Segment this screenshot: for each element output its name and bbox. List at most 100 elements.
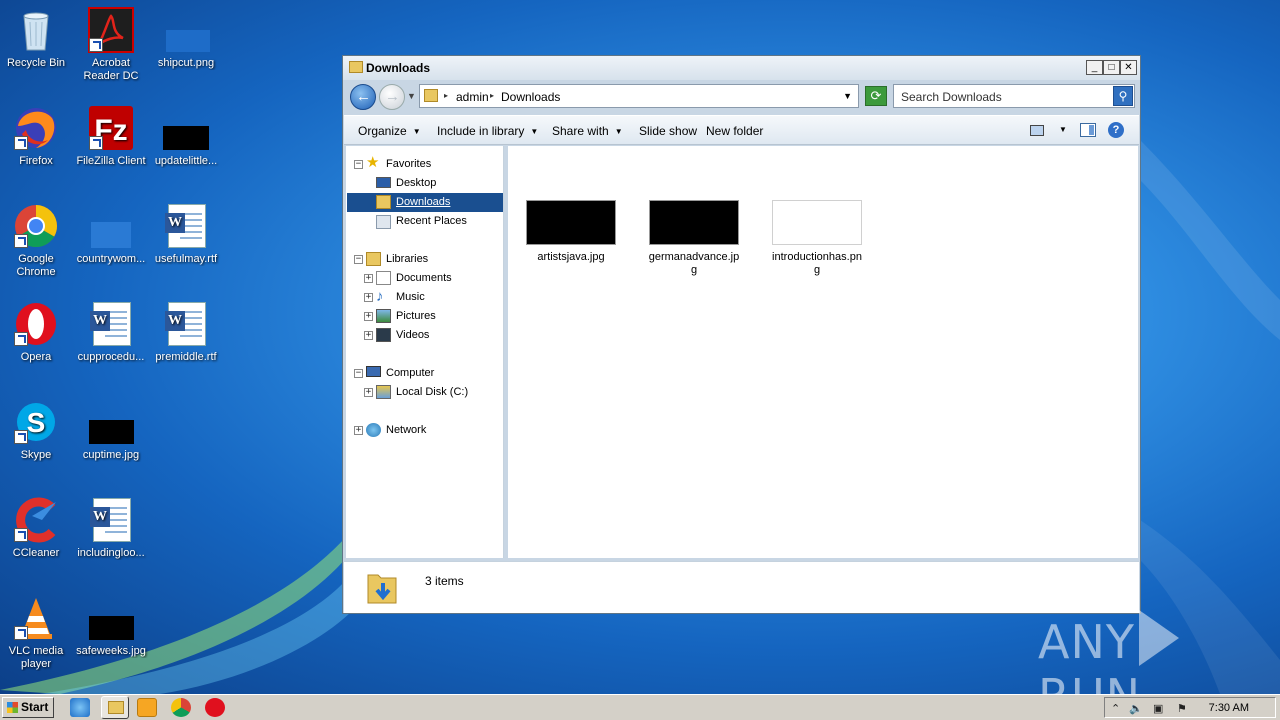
desktop-icon-updatelittle[interactable]: updatelittle... — [147, 104, 225, 168]
nav-item-favorites[interactable]: Favorites — [386, 155, 431, 173]
shortcut-arrow-icon — [14, 136, 28, 150]
word-document-icon: W — [87, 300, 135, 348]
desktop-icon-label: CCleaner — [12, 547, 60, 559]
network-tray-icon[interactable]: ▣ — [1153, 702, 1163, 715]
breadcrumb-root-arrow-icon[interactable]: ▸ — [444, 91, 448, 100]
desktop-icon-label: Google Chrome — [16, 253, 56, 278]
desktop-icon-recycle-bin[interactable]: Recycle Bin — [0, 6, 75, 70]
search-icon[interactable]: ⚲ — [1113, 86, 1133, 106]
new-folder-button[interactable]: New folder — [706, 124, 763, 138]
nav-item-local-disk[interactable]: Local Disk (C:) — [396, 383, 468, 401]
show-hidden-icons-icon[interactable]: ⌃ — [1111, 702, 1120, 715]
shortcut-arrow-icon — [14, 626, 28, 640]
change-view-icon[interactable] — [1030, 125, 1044, 136]
collapse-computer-icon[interactable]: − — [354, 369, 363, 378]
desktop-icon-cupprocedu[interactable]: W cupprocedu... — [72, 300, 150, 364]
desktop-icon-countrywom[interactable]: countrywom... — [72, 202, 150, 266]
maximize-button[interactable]: □ — [1103, 60, 1120, 75]
desktop-icon-label: FileZilla Client — [76, 155, 146, 167]
media-player-icon[interactable] — [137, 698, 157, 717]
desktop-icon-firefox[interactable]: Firefox — [0, 104, 75, 168]
forward-button[interactable]: → — [379, 84, 405, 110]
nav-item-network[interactable]: Network — [386, 421, 426, 439]
shortcut-arrow-icon — [14, 528, 28, 542]
image-file-icon — [162, 6, 210, 54]
desktop-icon-cuptime[interactable]: cuptime.jpg — [72, 398, 150, 462]
opera-taskbar-icon[interactable] — [205, 698, 225, 717]
breadcrumb-separator-icon[interactable]: ▸ — [490, 91, 494, 100]
clock[interactable]: 7:30 AM — [1209, 702, 1249, 714]
desktop-icon-shipcut[interactable]: shipcut.png — [147, 6, 225, 70]
share-with-button[interactable]: Share with ▼ — [552, 124, 623, 138]
breadcrumb-admin[interactable]: admin — [456, 90, 489, 104]
explorer-window: Downloads _ □ ✕ ← → ▼ ▸ admin ▸ Download… — [342, 55, 1141, 614]
expand-local-disk-icon[interactable]: + — [364, 388, 373, 397]
image-file-icon — [162, 104, 210, 152]
desktop-icon-includingloo[interactable]: W includingloo... — [72, 496, 150, 560]
search-placeholder: Search Downloads — [901, 90, 1002, 104]
libraries-icon — [366, 252, 381, 266]
desktop-icon-label: usefulmay.rtf — [154, 253, 218, 265]
organize-button[interactable]: Organize ▼ — [358, 124, 421, 138]
start-button[interactable]: Start — [2, 697, 54, 718]
nav-item-computer[interactable]: Computer — [386, 364, 434, 382]
internet-explorer-icon[interactable] — [70, 698, 90, 717]
file-item[interactable]: artistsjava.jpg — [525, 200, 617, 264]
details-pane: 3 items — [344, 561, 1139, 613]
back-button[interactable]: ← — [350, 84, 376, 110]
nav-item-videos[interactable]: Videos — [396, 326, 429, 344]
nav-item-desktop[interactable]: Desktop — [396, 174, 436, 192]
preview-pane-icon[interactable] — [1080, 123, 1096, 137]
nav-item-downloads[interactable]: Downloads — [396, 193, 450, 211]
desktop-icon-safeweeks[interactable]: safeweeks.jpg — [72, 594, 150, 658]
file-name: introductionhas.png — [772, 251, 862, 276]
nav-item-recent-places[interactable]: Recent Places — [396, 212, 467, 230]
desktop-icon-vlc[interactable]: VLC media player — [0, 594, 75, 671]
nav-item-pictures[interactable]: Pictures — [396, 307, 436, 325]
minimize-button[interactable]: _ — [1086, 60, 1103, 75]
help-icon[interactable]: ? — [1108, 122, 1124, 138]
desktop-icon-google-chrome[interactable]: Google Chrome — [0, 202, 75, 279]
desktop-icon-ccleaner[interactable]: CCleaner — [0, 496, 75, 560]
expand-music-icon[interactable]: + — [364, 293, 373, 302]
back-arrow-icon: ← — [356, 88, 371, 105]
desktop-icon-usefulmay[interactable]: W usefulmay.rtf — [147, 202, 225, 266]
desktop-icon-filezilla[interactable]: Fz FileZilla Client — [72, 104, 150, 168]
action-center-flag-icon[interactable]: ⚑ — [1177, 702, 1187, 715]
expand-network-icon[interactable]: + — [354, 426, 363, 435]
expand-documents-icon[interactable]: + — [364, 274, 373, 283]
address-bar[interactable]: ▸ admin ▸ Downloads ▼ — [419, 84, 859, 108]
close-button[interactable]: ✕ — [1120, 60, 1137, 75]
folder-icon — [424, 89, 438, 102]
desktop-icon-skype[interactable]: S Skype — [0, 398, 75, 462]
desktop-icon-premiddle[interactable]: W premiddle.rtf — [147, 300, 225, 364]
include-in-library-button[interactable]: Include in library ▼ — [437, 124, 538, 138]
image-thumbnail — [649, 200, 739, 245]
pictures-icon — [376, 309, 391, 323]
view-dropdown-icon[interactable]: ▼ — [1059, 125, 1067, 134]
nav-item-libraries[interactable]: Libraries — [386, 250, 428, 268]
local-disk-icon — [376, 385, 391, 399]
file-item[interactable]: introductionhas.png — [771, 200, 863, 277]
address-dropdown-icon[interactable]: ▼ — [843, 91, 852, 101]
history-dropdown-icon[interactable]: ▼ — [407, 91, 416, 101]
collapse-libraries-icon[interactable]: − — [354, 255, 363, 264]
expand-pictures-icon[interactable]: + — [364, 312, 373, 321]
desktop-icon-acrobat-reader[interactable]: Acrobat Reader DC — [72, 6, 150, 83]
volume-icon[interactable]: 🔈 — [1129, 702, 1143, 715]
refresh-button[interactable]: ⟳ — [865, 86, 887, 106]
slide-show-button[interactable]: Slide show — [639, 124, 697, 138]
expand-videos-icon[interactable]: + — [364, 331, 373, 340]
nav-item-documents[interactable]: Documents — [396, 269, 452, 287]
desktop-icon-label: Skype — [20, 449, 52, 461]
breadcrumb-downloads[interactable]: Downloads — [501, 90, 560, 104]
taskbar-explorer-button[interactable] — [101, 696, 129, 719]
collapse-favorites-icon[interactable]: − — [354, 160, 363, 169]
desktop-icon-opera[interactable]: Opera — [0, 300, 75, 364]
chrome-taskbar-icon[interactable] — [171, 698, 191, 717]
file-item[interactable]: germanadvance.jpg — [648, 200, 740, 277]
nav-item-music[interactable]: Music — [396, 288, 425, 306]
search-input[interactable]: Search Downloads ⚲ — [893, 84, 1135, 108]
address-row: ← → ▼ ▸ admin ▸ Downloads ▼ ⟳ Search Dow… — [345, 81, 1138, 113]
window-titlebar[interactable]: Downloads _ □ ✕ — [343, 56, 1140, 80]
